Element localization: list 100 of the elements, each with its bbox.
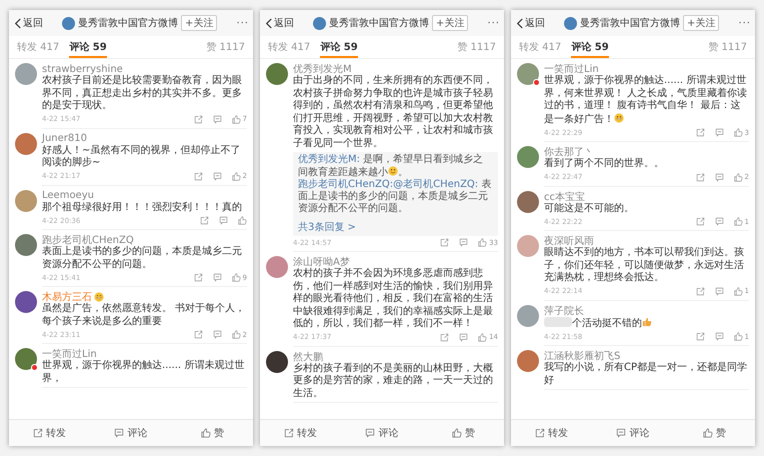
follow-button[interactable]: +关注: [181, 15, 218, 31]
share-icon[interactable]: [440, 332, 450, 342]
share-icon[interactable]: [696, 172, 705, 182]
tab[interactable]: 转发 417: [519, 36, 562, 58]
chevron-left-icon: [15, 18, 21, 28]
comment-icon[interactable]: [212, 172, 222, 180]
username-link[interactable]: 一笑而过Lin: [544, 62, 599, 76]
username-link[interactable]: 然大鹏: [293, 350, 323, 364]
toolbar-button[interactable]: 评论: [592, 426, 674, 440]
username-link[interactable]: 萍子院长: [544, 304, 584, 318]
thumbs-up-icon[interactable]: [734, 332, 743, 341]
share-icon[interactable]: [696, 286, 705, 296]
comment-icon[interactable]: [459, 238, 468, 247]
username-link[interactable]: 木易方三石: [42, 290, 92, 304]
toolbar-button[interactable]: 赞: [172, 426, 253, 440]
toolbar-button[interactable]: 评论: [341, 426, 423, 440]
toolbar-button[interactable]: 转发: [260, 426, 342, 440]
comment-text: 好感人！~虽然有不同的视界，但却停止不了阅读的脚步~: [42, 144, 242, 170]
share-icon[interactable]: [194, 114, 203, 124]
thumbs-up-icon[interactable]: [238, 216, 247, 225]
username-link[interactable]: strawberryshine: [42, 64, 123, 74]
share-icon[interactable]: [194, 330, 203, 339]
reply-username-link[interactable]: 跑步老司机CHenZQ:: [298, 179, 394, 190]
thumbs-up-icon[interactable]: [478, 238, 488, 247]
thumbs-up-icon[interactable]: [232, 273, 241, 282]
thumbs-up-icon[interactable]: [232, 330, 241, 339]
thumbs-up-icon[interactable]: [734, 286, 743, 296]
username-link[interactable]: 跑步老司机CHenZQ: [42, 233, 134, 247]
share-icon[interactable]: [696, 217, 705, 226]
account-title: 曼秀雷敦中国官方微博: [329, 16, 430, 30]
username-link[interactable]: Leemoeyu: [42, 190, 94, 201]
thumbs-up-icon[interactable]: [232, 114, 241, 124]
username-link[interactable]: 一笑而过Lin: [42, 347, 97, 361]
share-icon[interactable]: [194, 273, 203, 282]
comment-icon[interactable]: [714, 128, 724, 137]
comment-text: 由于出身的不同，生来所拥有的东西便不同，农村孩子拼命努力争取的也许是城市孩子轻易得到的，虽然农村有清泉和鸟鸣，但更希望他们打开思维，开阔视野，希望可以加大农村教育投入，实现教育相对公平，让农村和城市孩子看见同一个世界。: [293, 75, 494, 150]
comment-text: 世界观，源于你视界的触达...... 所谓未观过世界，何来世界观！ 人之长成，气质里藏着你读过的书，道理！ 腹有诗书气自华！ 最后：这是一条好广告！: [544, 75, 748, 126]
more-button[interactable]: ···: [738, 18, 751, 28]
comment-icon[interactable]: [219, 216, 228, 225]
username-link[interactable]: 你去那了丶: [544, 145, 594, 159]
account-avatar: [564, 16, 578, 30]
toolbar-button[interactable]: 转发: [9, 426, 90, 440]
tab[interactable]: 转发 417: [268, 36, 310, 58]
username-link[interactable]: Juner810: [42, 133, 87, 144]
mention-link[interactable]: @老司机CHenZQ:: [393, 179, 478, 190]
share-icon[interactable]: [194, 172, 203, 180]
username-link[interactable]: 优秀到发光M: [293, 62, 352, 76]
account-title: 曼秀雷敦中国官方微博: [580, 16, 680, 30]
more-replies-link[interactable]: 共3条回复 >: [298, 222, 356, 234]
comment-icon[interactable]: [459, 332, 468, 342]
tab[interactable]: 赞 1117: [457, 36, 496, 58]
username-link[interactable]: 江涵秋影雁初飞S: [544, 349, 620, 363]
thumbs-up-icon[interactable]: [734, 217, 743, 226]
comment-text: 虽然是广告，依然愿意转发。 书对于每个人，每个孩子来说是多么的重要: [42, 303, 246, 328]
thumbs-up-icon[interactable]: [734, 172, 743, 182]
share-icon[interactable]: [696, 332, 705, 341]
thumbs-up-icon: [452, 428, 462, 438]
tab[interactable]: 评论 59: [320, 36, 358, 58]
follow-button[interactable]: +关注: [683, 15, 720, 31]
comment-icon: [616, 428, 626, 438]
username-link[interactable]: cc本宝宝: [544, 190, 585, 204]
follow-button[interactable]: +关注: [432, 15, 468, 31]
username-link[interactable]: 涂山呀呦A梦: [293, 255, 350, 269]
thumbs-up-icon[interactable]: [734, 128, 743, 137]
comment-text: 乡村的孩子看到的不是美丽的山林田野，大概更多的是穷苦的家，难走的路，一天一天过的生活。: [293, 362, 494, 400]
more-button[interactable]: ···: [487, 18, 500, 28]
toolbar-button[interactable]: 赞: [422, 426, 504, 440]
comment-icon[interactable]: [714, 286, 724, 296]
comment-text: 个活动挺不错的: [544, 316, 749, 330]
reply-username-link[interactable]: 优秀到发光M:: [298, 154, 360, 165]
comment-icon[interactable]: [714, 217, 724, 226]
comment-text: 我写的小说，所有CP都是一对一，还都是同学好: [544, 362, 748, 387]
back-button[interactable]: 返回: [517, 16, 545, 30]
tab[interactable]: 赞 1117: [206, 36, 245, 58]
tab[interactable]: 评论 59: [571, 36, 609, 58]
toolbar-button[interactable]: 评论: [90, 426, 172, 440]
comment-text: 眼睛达不到的地方，书本可以帮我们到达。孩子，你们还年轻，可以随便做梦，永远对生活充满热枕，理想终会抵达。: [544, 247, 745, 284]
tab[interactable]: 评论 59: [69, 36, 107, 58]
share-icon[interactable]: [440, 238, 450, 247]
comment-icon[interactable]: [212, 114, 222, 124]
back-button[interactable]: 返回: [15, 16, 43, 30]
toolbar-button[interactable]: 赞: [674, 426, 755, 440]
back-button[interactable]: 返回: [266, 16, 294, 30]
share-icon[interactable]: [200, 216, 209, 225]
tab[interactable]: 赞 1117: [708, 36, 747, 58]
comment-icon[interactable]: [212, 273, 222, 282]
chevron-left-icon: [266, 18, 272, 28]
comment-icon[interactable]: [212, 330, 222, 339]
comment-text: 农村的孩子并不会因为环境多恶虐而感到悲伤，他们一样感到对生活的愉快，我们别用异样的眼光看待他们，相反，我们在富裕的生活中缺很难得到满足，我们的幸福感实际上是最低的，所以，我们都一样，我们不一样！: [293, 268, 494, 330]
username-link[interactable]: 夜深听风雨: [544, 234, 594, 248]
reply-text: 跑步老司机CHenZQ:@老司机CHenZQ: 表面上是读书的多少的问题，本质是城乡二元资源分配不公平的问题。: [298, 179, 492, 215]
comment-text: 表面上是读书的多少的问题，本质是城乡二元资源分配不公平的问题。: [42, 246, 243, 271]
share-icon[interactable]: [696, 128, 705, 137]
more-button[interactable]: ···: [236, 18, 249, 28]
tab[interactable]: 转发 417: [17, 36, 60, 58]
comment-icon[interactable]: [714, 172, 724, 182]
toolbar-button[interactable]: 转发: [511, 426, 592, 440]
thumbs-up-icon[interactable]: [232, 172, 241, 180]
thumbs-up-icon[interactable]: [478, 332, 488, 342]
comment-icon[interactable]: [714, 332, 724, 341]
